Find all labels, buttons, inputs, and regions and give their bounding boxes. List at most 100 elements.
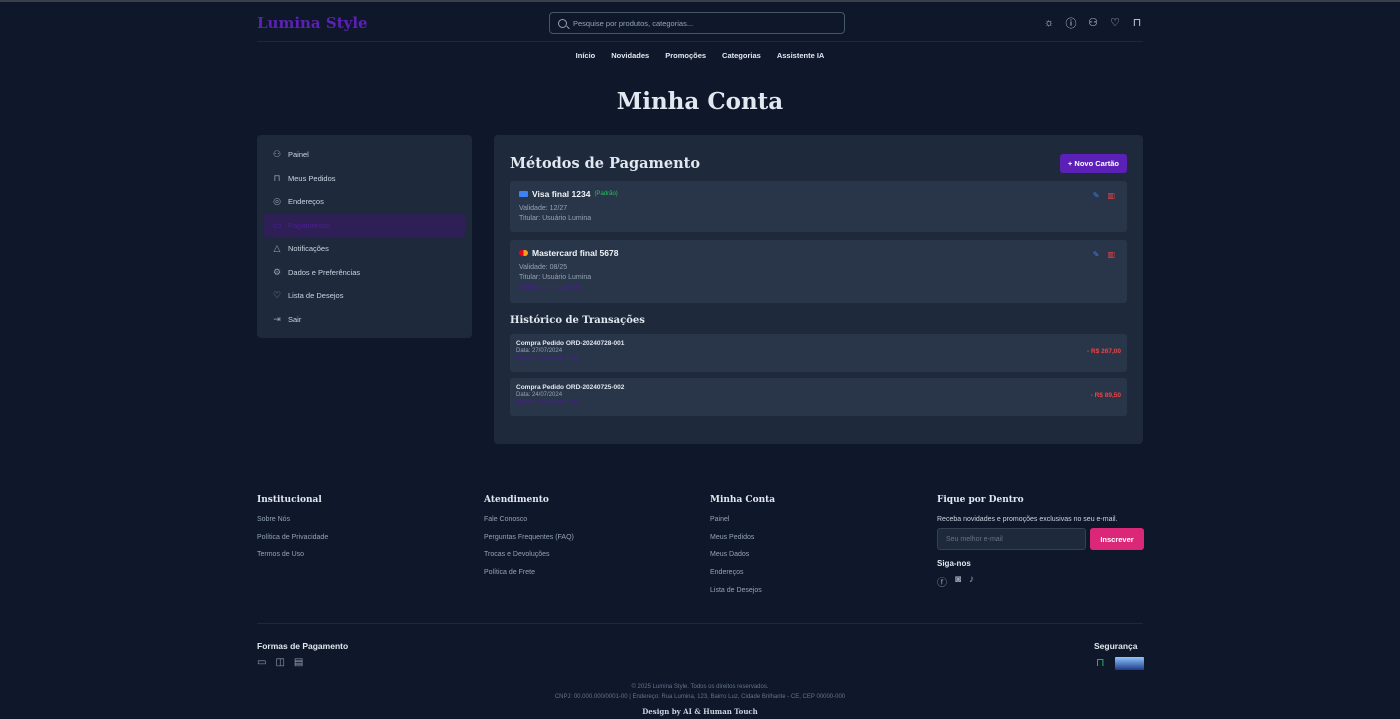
new-card-label: Novo Cartão — [1074, 158, 1119, 168]
user-icon: ⚇ — [272, 149, 282, 160]
card-validity: Validade: 12/27 — [519, 205, 568, 212]
design-credit: Design by AI & Human Touch — [642, 707, 758, 716]
nav-item-inicio[interactable]: Início — [576, 51, 596, 60]
lock-icon: ⊓ — [1096, 657, 1105, 669]
newsletter-email-input[interactable]: Seu melhor e-mail — [937, 528, 1086, 550]
tx-date: Data: 24/07/2024 — [516, 392, 563, 398]
default-badge: (Padrão) — [594, 191, 618, 197]
nav-item-categorias[interactable]: Categorias — [722, 51, 761, 60]
bag-icon: ⊓ — [273, 172, 281, 183]
footer-link[interactable]: Política de Frete — [484, 569, 574, 587]
credit-card-icon: ▭ — [257, 657, 267, 668]
facebook-icon[interactable]: ⓕ — [937, 574, 947, 589]
footer-divider — [257, 623, 1143, 624]
sidebar-item-label: Meus Pedidos — [288, 173, 336, 183]
instagram-icon[interactable]: ◙ — [955, 574, 961, 589]
tx-date: Data: 27/07/2024 — [516, 348, 563, 354]
bag-icon[interactable]: ⊓ — [1131, 16, 1143, 29]
tx-method: Método: Visa final 1234 — [516, 400, 579, 406]
transactions-title: Histórico de Transações — [510, 315, 645, 326]
sidebar-item-label: Sair — [288, 314, 302, 324]
sidebar-item-label: Painel — [288, 150, 309, 160]
copyright: © 2025 Lumina Style. Todos os direitos r… — [631, 684, 769, 690]
sidebar-item-label: Lista de Desejos — [288, 291, 344, 301]
search-placeholder: Pesquise por produtos, categorias... — [573, 18, 694, 28]
sidebar-item-notificacoes[interactable]: △ Notificações — [264, 237, 465, 261]
footer-heading: Institucional — [257, 495, 322, 505]
payments-panel: Métodos de Pagamento + Novo Cartão Visa … — [494, 135, 1143, 444]
payment-icons: ▭ ◫ ▤ — [257, 657, 303, 668]
footer-heading: Minha Conta — [710, 495, 776, 505]
sidebar-item-label: Dados e Preferências — [288, 267, 361, 277]
main-nav: Início Novidades Promoções Categorias As… — [0, 51, 1400, 60]
site-header: Lumina Style Pesquise por produtos, cate… — [257, 4, 1143, 42]
edit-icon[interactable]: ✎ — [1093, 250, 1100, 259]
footer-link[interactable]: Perguntas Frequentes (FAQ) — [484, 534, 574, 552]
sidebar-item-enderecos[interactable]: ◎ Endereços — [264, 190, 465, 214]
security-title: Segurança — [1094, 641, 1138, 651]
search-input[interactable]: Pesquise por produtos, categorias... — [549, 12, 845, 34]
nav-item-promocoes[interactable]: Promoções — [665, 51, 706, 60]
edit-icon[interactable]: ✎ — [1093, 191, 1100, 200]
sidebar-item-sair[interactable]: ⇥ Sair — [264, 308, 465, 332]
footer-link[interactable]: Endereços — [710, 569, 775, 587]
logout-icon: ⇥ — [273, 313, 281, 324]
tx-method: Método: Visa final 1234 — [516, 356, 579, 362]
footer-newsletter: Fique por Dentro Receba novidades e prom… — [937, 495, 1144, 589]
footer-link[interactable]: Meus Dados — [710, 551, 775, 569]
tx-amount: - R$ 89,50 — [1090, 392, 1121, 399]
sidebar-item-dados[interactable]: ⚙ Dados e Preferências — [264, 261, 465, 285]
set-default-link[interactable]: Definir como padrão — [519, 284, 1118, 291]
search-icon — [558, 18, 567, 28]
sun-icon[interactable]: ☼ — [1043, 17, 1055, 29]
heart-icon[interactable]: ♡ — [1109, 16, 1121, 29]
footer-heading: Fique por Dentro — [937, 495, 1024, 505]
footer-link[interactable]: Sobre Nós — [257, 516, 328, 534]
nav-item-assistente[interactable]: Assistente IA — [777, 51, 825, 60]
payment-card: Mastercard final 5678 Validade: 08/25 Ti… — [510, 240, 1127, 303]
card-name: Visa final 1234 — [532, 189, 591, 199]
social-title: Siga-nos — [937, 559, 971, 568]
gear-icon: ⚙ — [272, 266, 282, 277]
sidebar-item-label: Notificações — [288, 244, 329, 254]
logo[interactable]: Lumina Style — [257, 14, 368, 32]
transaction-row: Compra Pedido ORD-20240725-002 Data: 24/… — [510, 378, 1127, 416]
heart-icon: ♡ — [272, 290, 282, 301]
subscribe-button[interactable]: Inscrever — [1090, 528, 1144, 550]
sidebar-item-pedidos[interactable]: ⊓ Meus Pedidos — [264, 167, 465, 191]
tiktok-icon[interactable]: ♪ — [969, 574, 974, 589]
user-icon[interactable]: ⚇ — [1087, 16, 1099, 29]
section-title: Métodos de Pagamento — [510, 154, 701, 172]
sidebar-item-label: Endereços — [288, 197, 324, 207]
mastercard-icon — [519, 250, 528, 256]
transaction-row: Compra Pedido ORD-20240728-001 Data: 27/… — [510, 334, 1127, 372]
trash-icon[interactable]: ▥ — [1107, 191, 1115, 200]
footer-link[interactable]: Meus Pedidos — [710, 534, 775, 552]
sidebar-item-painel[interactable]: ⚇ Painel — [264, 143, 465, 167]
trash-icon[interactable]: ▥ — [1107, 250, 1115, 259]
footer-link[interactable]: Política de Privacidade — [257, 534, 328, 552]
card-validity: Validade: 08/25 — [519, 264, 568, 271]
footer-link[interactable]: Painel — [710, 516, 775, 534]
footer-link[interactable]: Lista de Desejos — [710, 587, 775, 605]
footer-heading: Atendimento — [484, 495, 549, 505]
sidebar-item-pagamentos[interactable]: ▭ Pagamentos — [264, 213, 465, 237]
nav-item-novidades[interactable]: Novidades — [611, 51, 649, 60]
card-holder: Titular: Usuário Lumina — [519, 274, 592, 281]
sidebar-item-desejos[interactable]: ♡ Lista de Desejos — [264, 284, 465, 308]
newsletter-text: Receba novidades e promoções exclusivas … — [937, 516, 1118, 523]
payment-card: Visa final 1234 (Padrão) Validade: 12/27 … — [510, 181, 1127, 232]
sidebar-item-label: Pagamentos — [288, 220, 331, 230]
footer-link[interactable]: Fale Conosco — [484, 516, 574, 534]
security-seal — [1115, 657, 1144, 670]
pix-icon: ◫ — [275, 657, 285, 668]
new-card-button[interactable]: + Novo Cartão — [1059, 153, 1127, 173]
plus-icon: + — [1067, 158, 1073, 168]
footer-link[interactable]: Trocas e Devoluções — [484, 551, 574, 569]
help-icon[interactable]: ⓘ — [1065, 15, 1077, 31]
footer-col-minha-conta: Minha Conta Painel Meus Pedidos Meus Dad… — [710, 495, 775, 604]
footer-col-institucional: Institucional Sobre Nós Política de Priv… — [257, 495, 328, 569]
account-sidebar: ⚇ Painel ⊓ Meus Pedidos ◎ Endereços ▭ Pagame… — [257, 135, 472, 338]
footer-link[interactable]: Termos de Uso — [257, 551, 328, 569]
boleto-icon: ▤ — [293, 657, 304, 668]
